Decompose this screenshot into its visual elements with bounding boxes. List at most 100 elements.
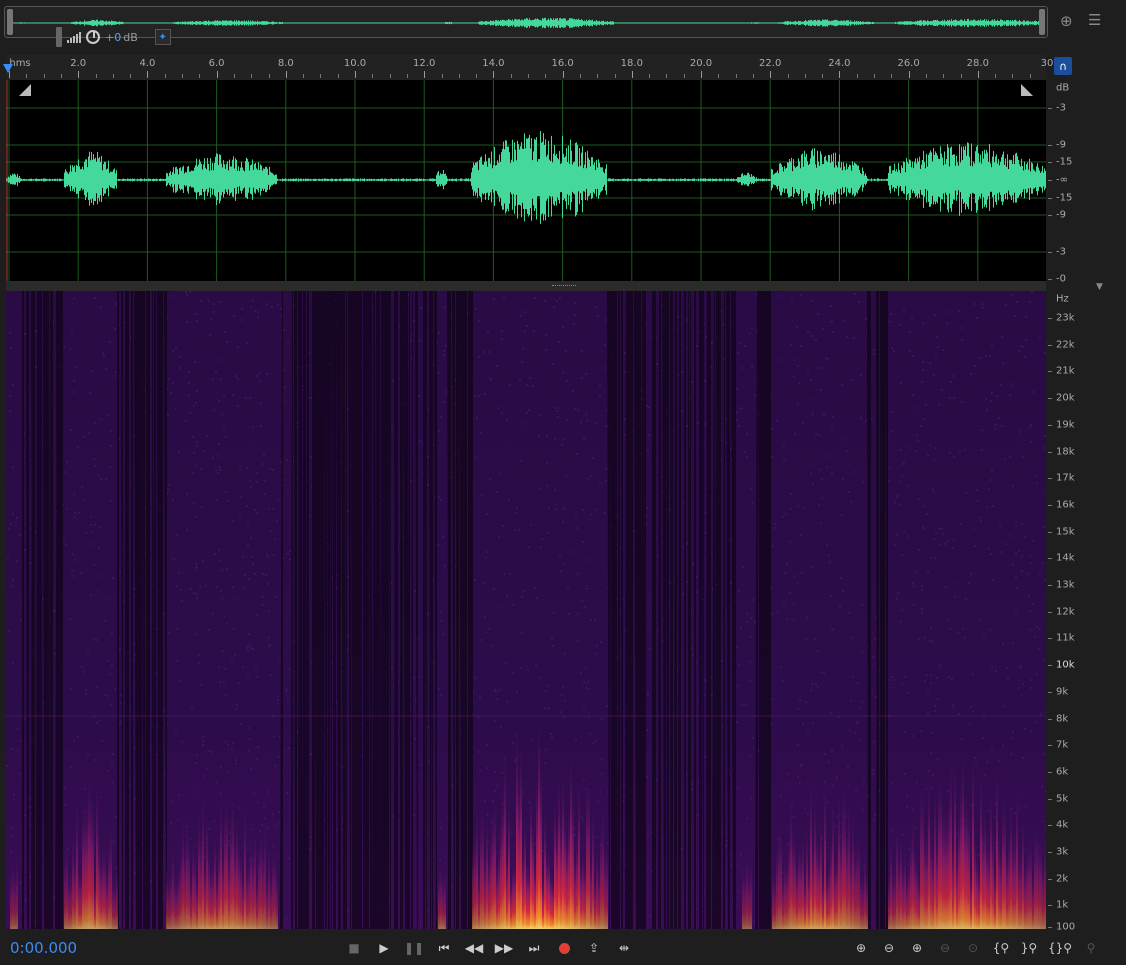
spectrogram-energy-column xyxy=(234,830,236,929)
spectrogram-energy-column xyxy=(10,865,12,929)
zoom-in-time-icon[interactable]: ⊕ xyxy=(908,939,926,957)
zoom-full-icon[interactable]: ⊙ xyxy=(964,939,982,957)
overview-right-handle[interactable] xyxy=(1039,9,1045,35)
spectrogram-energy-column xyxy=(958,804,960,929)
volume-knob[interactable] xyxy=(86,30,100,44)
spectrogram-energy-column xyxy=(202,791,204,929)
fast-forward-button[interactable]: ▶▶ xyxy=(495,939,513,957)
spectrogram-energy-column xyxy=(952,835,954,929)
spectrogram-energy-column xyxy=(540,760,542,929)
loop-playback-button[interactable]: ⇪ xyxy=(585,939,603,957)
stop-button[interactable]: ■ xyxy=(345,939,363,957)
time-ruler[interactable]: hms 2.0 4.0 6.0 8.0 10.0 12.0 14.0 16.0 18.0 20.0… xyxy=(6,55,1053,80)
spectrogram-energy-column xyxy=(542,873,544,929)
spectrogram-energy-column xyxy=(1030,834,1032,929)
db-label: -9 xyxy=(1056,139,1066,151)
spectrogram-energy-column xyxy=(1026,844,1028,929)
hud-grip[interactable] xyxy=(56,27,62,47)
ruler-tick xyxy=(770,71,772,78)
divider-grip[interactable] xyxy=(552,285,576,288)
spectrogram-energy-column xyxy=(792,822,794,929)
ruler-tick xyxy=(60,74,62,78)
skip-to-end-button[interactable]: ⏭ xyxy=(525,939,543,957)
hz-scale: Hz 23k 22k 21k 20k 19k 18k 17k 16k 15k 14k 13k 12k 1… xyxy=(1048,291,1126,933)
spectrogram-energy-column xyxy=(232,791,234,929)
spectrogram-energy-column xyxy=(914,843,916,929)
skip-to-start-button[interactable]: ⏮ xyxy=(435,939,453,957)
spectrogram-energy-column xyxy=(982,814,984,929)
spectrogram-energy-column xyxy=(966,792,968,929)
snap-icon[interactable]: ∩ xyxy=(1054,57,1072,75)
spectrogram-energy-column xyxy=(236,813,238,929)
spectrogram-energy-column xyxy=(250,832,252,929)
spectrogram-energy-column xyxy=(928,772,930,929)
ruler-tick xyxy=(441,74,443,78)
zoom-reset-icon[interactable]: ⚲ xyxy=(1082,939,1100,957)
hz-tick xyxy=(1048,905,1052,907)
spectrogram-energy-column xyxy=(1014,826,1016,929)
spectrogram-energy-column xyxy=(912,814,914,929)
spectrogram-energy-column xyxy=(900,828,902,929)
play-button[interactable]: ▶ xyxy=(375,939,393,957)
spectrogram-energy-column xyxy=(444,866,446,929)
spectrogram-energy-column xyxy=(194,847,196,929)
spectrogram-energy-column xyxy=(192,838,194,929)
db-scale-title: dB xyxy=(1056,82,1070,94)
spectrogram-energy-column xyxy=(906,870,908,929)
skip-selection-button[interactable]: ⇹ xyxy=(615,939,633,957)
pin-icon[interactable]: ✦ xyxy=(154,29,171,45)
spectrogram-energy-column xyxy=(246,863,248,929)
zoom-in-amplitude-icon[interactable]: ⊕ xyxy=(852,939,870,957)
spectrogram-energy-column xyxy=(922,784,924,929)
spectrogram-energy-column xyxy=(568,805,570,929)
hz-tick xyxy=(1048,927,1052,928)
zoom-selection-icon[interactable]: {}⚲ xyxy=(1048,939,1072,957)
spectrogram-energy-column xyxy=(586,777,588,929)
spectrogram-energy-column xyxy=(552,874,554,929)
layout-icon[interactable]: ☰ xyxy=(1088,11,1101,29)
record-button[interactable] xyxy=(555,939,573,957)
zoom-icon[interactable]: ⊕ xyxy=(1060,12,1073,30)
spectrogram-energy-column xyxy=(266,874,268,929)
ruler-tick xyxy=(977,71,979,78)
spectrogram-energy-column xyxy=(988,838,990,929)
ruler-label: 22.0 xyxy=(759,58,782,69)
spectrogram-energy-column xyxy=(946,805,948,929)
pause-button[interactable]: ❚❚ xyxy=(404,939,424,957)
zoom-out-point-icon[interactable]: }⚲ xyxy=(1020,939,1038,957)
spectrogram-energy-column xyxy=(990,789,992,929)
spectrogram-energy-column xyxy=(1010,799,1012,929)
spectrogram-energy-column xyxy=(270,870,272,929)
ruler-tick xyxy=(908,71,910,78)
spectrogram-energy-column xyxy=(184,838,186,929)
zoom-out-time-icon[interactable]: ⊖ xyxy=(936,939,954,957)
hz-label: 10k xyxy=(1056,659,1075,671)
spectral-display[interactable] xyxy=(6,291,1046,929)
ruler-tick xyxy=(424,71,426,78)
view-divider[interactable] xyxy=(6,281,1046,291)
spectrogram-energy-column xyxy=(964,789,966,929)
playhead-marker[interactable] xyxy=(3,64,13,73)
zoom-in-point-icon[interactable]: {⚲ xyxy=(992,939,1010,957)
hz-label: 17k xyxy=(1056,472,1075,484)
spectrogram-energy-column xyxy=(748,863,750,929)
hz-label: 9k xyxy=(1056,686,1069,698)
hz-scale-title: Hz xyxy=(1056,293,1069,305)
waveform-display[interactable] xyxy=(6,80,1046,281)
spectrogram-energy-column xyxy=(556,822,558,929)
gain-value[interactable]: +0 xyxy=(105,31,121,44)
current-time[interactable]: 0:00.000 xyxy=(10,939,77,957)
ruler-tick xyxy=(268,74,270,78)
spectrogram-energy-column xyxy=(76,796,78,929)
ruler-tick xyxy=(78,71,80,78)
ruler-tick xyxy=(510,74,512,78)
spectrogram-energy-column xyxy=(828,860,830,929)
spectrogram-energy-column xyxy=(978,862,980,929)
overview-left-handle[interactable] xyxy=(7,9,13,35)
zoom-out-amplitude-icon[interactable]: ⊖ xyxy=(880,939,898,957)
spectrogram-energy-column xyxy=(108,834,110,929)
hz-tick xyxy=(1048,398,1052,400)
rewind-button[interactable]: ◀◀ xyxy=(465,939,483,957)
ruler-tick xyxy=(1012,74,1014,78)
spectrogram-energy-column xyxy=(1042,856,1044,929)
